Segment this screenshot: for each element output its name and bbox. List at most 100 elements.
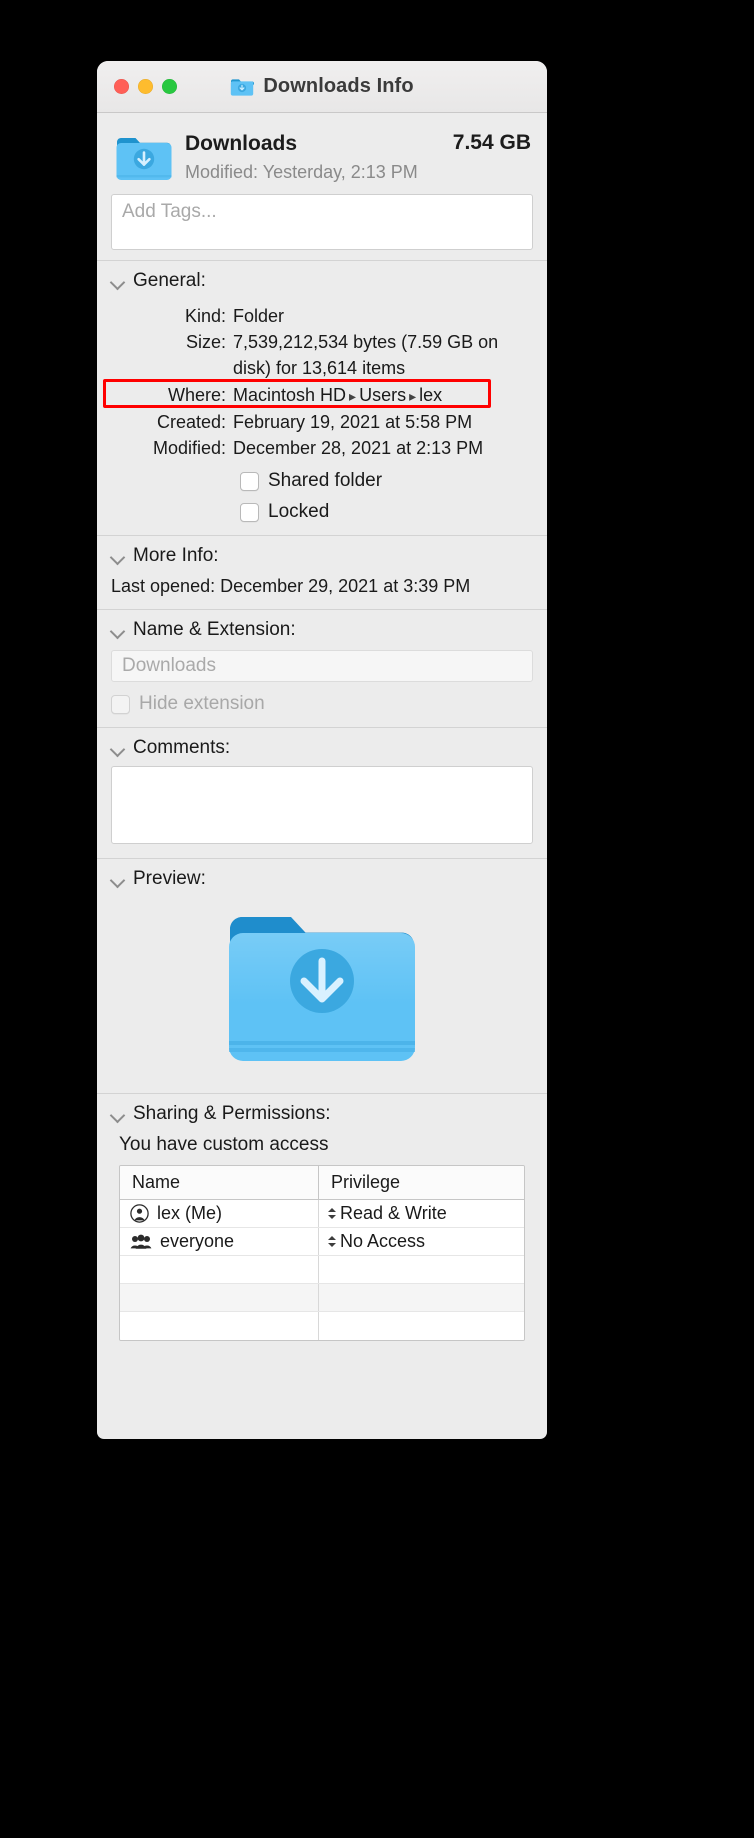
- size-label: Size:: [185, 331, 226, 352]
- comments-textarea[interactable]: [111, 766, 533, 845]
- zoom-button[interactable]: [162, 79, 177, 94]
- access-note: You have custom access: [119, 1134, 329, 1156]
- user-icon: [130, 1204, 149, 1224]
- permission-privilege-cell[interactable]: No Access: [319, 1228, 524, 1255]
- where-label: Where:: [167, 385, 226, 406]
- permission-privilege-text: Read & Write: [340, 1203, 447, 1224]
- general-row-created: Created: February 19, 2021 at 5:58 PM: [111, 409, 533, 435]
- permission-name-cell[interactable]: lex (Me): [120, 1200, 319, 1228]
- file-name: Downloads: [185, 132, 298, 155]
- table-row[interactable]: [120, 1256, 524, 1285]
- permission-name-text: everyone: [160, 1231, 235, 1252]
- permission-privilege-cell: [319, 1284, 524, 1311]
- permission-privilege-cell: [319, 1312, 524, 1340]
- permissions-table: Name Privilege lex (Me) Read & Write eve…: [119, 1165, 525, 1342]
- permission-privilege-cell: [319, 1256, 524, 1283]
- table-row[interactable]: lex (Me) Read & Write: [120, 1200, 524, 1229]
- section-preview-header[interactable]: Preview:: [97, 859, 547, 897]
- locked-checkbox-row[interactable]: Locked: [111, 501, 533, 523]
- sharing-footer: [97, 1341, 547, 1370]
- stepper-arrows-icon[interactable]: [327, 1233, 336, 1250]
- section-general-body: Kind: Folder Size: 7,539,212,534 bytes (…: [97, 299, 547, 536]
- section-more-info: More Info: Last opened: December 29, 202…: [97, 536, 547, 610]
- locked-checkbox[interactable]: [240, 502, 259, 522]
- window-title: Downloads Info: [263, 75, 414, 97]
- permission-name-cell: [120, 1256, 319, 1284]
- folder-downloads-icon: [222, 903, 422, 1071]
- chevron-down-icon[interactable]: [111, 549, 125, 563]
- screen: Downloads Info Downloads Modified: Yeste…: [0, 0, 754, 1838]
- table-row[interactable]: [120, 1284, 524, 1313]
- path-part-1: Users: [359, 385, 407, 406]
- folder-downloads-icon: [230, 77, 255, 97]
- shared-folder-checkbox-row[interactable]: Shared folder: [111, 470, 533, 492]
- close-button[interactable]: [114, 79, 129, 94]
- chevron-down-icon[interactable]: [111, 741, 125, 755]
- section-general-header[interactable]: General:: [97, 261, 547, 299]
- path-separator-icon: ▸: [409, 388, 417, 405]
- last-opened-row: Last opened: December 29, 2021 at 3:39 P…: [111, 576, 471, 597]
- chevron-down-icon[interactable]: [111, 274, 125, 288]
- minimize-button[interactable]: [138, 79, 153, 94]
- section-sharing-title: Sharing & Permissions:: [133, 1103, 331, 1125]
- general-row-modified: Modified: December 28, 2021 at 2:13 PM: [111, 435, 533, 461]
- section-comments: Comments:: [97, 728, 547, 859]
- info-header: Downloads Modified: Yesterday, 2:13 PM 7…: [97, 113, 547, 194]
- section-name-extension-title: Name & Extension:: [133, 619, 296, 641]
- section-comments-body: [97, 766, 547, 858]
- section-name-extension: Name & Extension: Downloads Hide extensi…: [97, 610, 547, 728]
- shared-folder-checkbox[interactable]: [240, 471, 259, 491]
- chevron-down-icon[interactable]: [111, 872, 125, 886]
- hide-extension-checkbox: [111, 694, 130, 714]
- group-icon: [130, 1233, 152, 1250]
- file-size: 7.54 GB: [452, 131, 531, 154]
- section-sharing-header[interactable]: Sharing & Permissions:: [97, 1094, 547, 1132]
- kind-label: Kind:: [184, 305, 226, 326]
- section-more-info-header[interactable]: More Info:: [97, 536, 547, 574]
- table-row[interactable]: everyone No Access: [120, 1228, 524, 1257]
- size-value: 7,539,212,534 bytes (7.59 GB on disk) fo…: [233, 331, 499, 378]
- section-preview: Preview:: [97, 859, 547, 1094]
- path-part-2: lex: [419, 385, 443, 406]
- path-separator-icon: ▸: [349, 388, 357, 405]
- path-part-0: Macintosh HD: [233, 385, 347, 406]
- tags-input[interactable]: Add Tags...: [111, 193, 533, 250]
- permission-name-cell[interactable]: everyone: [120, 1228, 319, 1256]
- chevron-down-icon[interactable]: [111, 1107, 125, 1121]
- traffic-light-group: [114, 79, 177, 94]
- section-general: General: Kind: Folder Size: 7,539,212,53…: [97, 260, 547, 536]
- section-preview-body: [97, 897, 547, 1093]
- table-row[interactable]: [120, 1312, 524, 1341]
- permission-privilege-cell[interactable]: Read & Write: [319, 1200, 524, 1227]
- folder-downloads-icon: [115, 133, 173, 183]
- chevron-down-icon[interactable]: [111, 623, 125, 637]
- column-header-privilege[interactable]: Privilege: [319, 1166, 524, 1199]
- section-comments-title: Comments:: [133, 737, 231, 759]
- column-header-name[interactable]: Name: [120, 1166, 319, 1200]
- file-modified-summary: Modified: Yesterday, 2:13 PM: [185, 162, 418, 183]
- general-row-where: Where: Macintosh HD ▸ Users ▸ lex: [103, 379, 533, 409]
- section-general-title: General:: [133, 269, 206, 291]
- permission-name-cell: [120, 1312, 319, 1341]
- section-name-extension-body: Downloads Hide extension: [97, 648, 547, 727]
- hide-extension-label: Hide extension: [139, 693, 265, 715]
- kind-value: Folder: [233, 305, 285, 326]
- modified-label: Modified:: [152, 438, 226, 459]
- shared-folder-label: Shared folder: [268, 470, 383, 492]
- window-titlebar[interactable]: Downloads Info: [97, 61, 547, 113]
- section-sharing-permissions: Sharing & Permissions: You have custom a…: [97, 1094, 547, 1370]
- section-comments-header[interactable]: Comments:: [97, 728, 547, 766]
- permission-name-text: lex (Me): [157, 1203, 223, 1224]
- locked-label: Locked: [268, 501, 330, 523]
- permission-name-cell: [120, 1284, 319, 1312]
- file-name-input[interactable]: Downloads: [111, 650, 533, 683]
- section-more-info-title: More Info:: [133, 545, 219, 567]
- created-label: Created:: [156, 412, 226, 433]
- modified-value: December 28, 2021 at 2:13 PM: [233, 438, 484, 459]
- section-preview-title: Preview:: [133, 868, 206, 890]
- get-info-window: Downloads Info Downloads Modified: Yeste…: [97, 61, 547, 1439]
- section-name-extension-header[interactable]: Name & Extension:: [97, 610, 547, 648]
- where-value: Macintosh HD ▸ Users ▸ lex: [233, 382, 533, 408]
- stepper-arrows-icon[interactable]: [327, 1205, 336, 1222]
- general-row-kind: Kind: Folder: [111, 303, 533, 329]
